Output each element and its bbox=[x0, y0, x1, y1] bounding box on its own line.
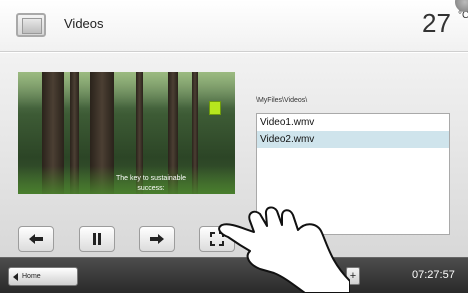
page-title: Videos bbox=[64, 16, 104, 31]
next-button[interactable] bbox=[139, 226, 175, 252]
pointing-hand-icon bbox=[218, 206, 350, 293]
pause-icon bbox=[93, 233, 101, 245]
arrow-right-icon bbox=[150, 234, 164, 244]
list-item[interactable]: Video1.wmv bbox=[257, 114, 449, 131]
previous-button[interactable] bbox=[18, 226, 54, 252]
current-path: \MyFiles\Videos\ bbox=[256, 97, 308, 104]
triangle-left-icon bbox=[13, 272, 18, 281]
home-button[interactable]: Home bbox=[8, 267, 78, 286]
video-logo-icon bbox=[209, 101, 221, 115]
video-caption-line: The key to sustainable bbox=[115, 175, 187, 182]
temperature-readout: 27 bbox=[422, 8, 451, 38]
list-item-selected[interactable]: Video2.wmv bbox=[257, 131, 449, 148]
corner-status-icon bbox=[455, 0, 468, 12]
video-app-icon bbox=[16, 13, 46, 37]
arrow-left-icon bbox=[29, 234, 43, 244]
video-caption-line: success: bbox=[137, 185, 165, 192]
pause-button[interactable] bbox=[79, 226, 115, 252]
video-caption: The key to sustainable success: bbox=[86, 174, 216, 194]
video-player[interactable]: The key to sustainable success: bbox=[18, 72, 235, 194]
clock: 07:27:57 bbox=[412, 269, 455, 281]
top-bar: Videos 27 °C bbox=[0, 0, 468, 52]
home-button-label: Home bbox=[22, 273, 41, 280]
